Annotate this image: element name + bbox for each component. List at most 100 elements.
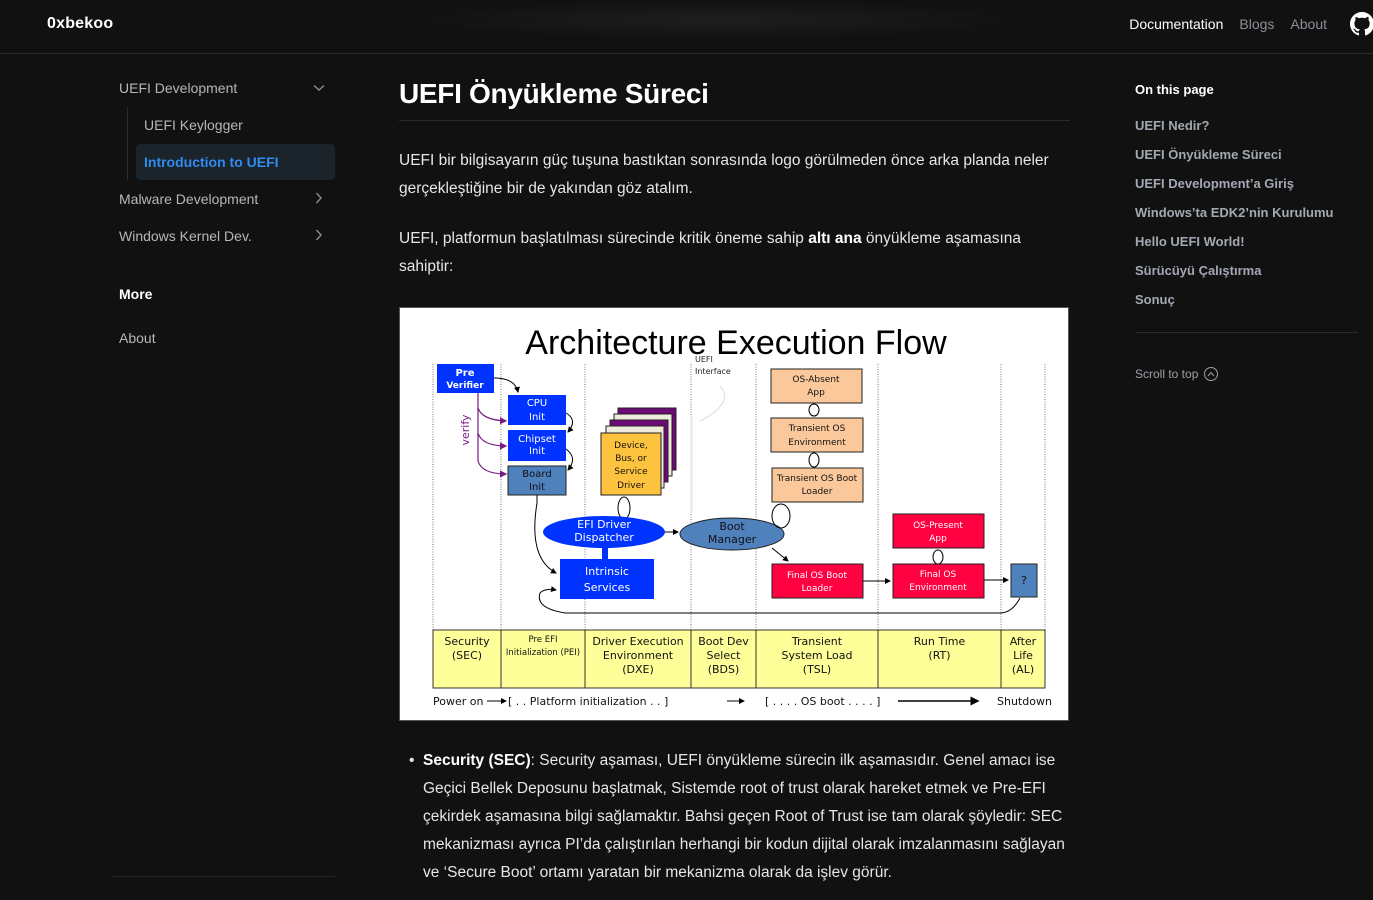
loop-arrow [808,452,820,468]
phase-label: Environment [603,649,674,662]
box-label: Init [529,412,545,423]
dispatcher-connector [602,548,608,559]
bold-text: altı ana [808,230,862,247]
phase-label: (SEC) [452,649,482,662]
phase-label: Run Time [914,635,966,648]
loop-arrow [771,503,791,529]
box-label: Init [529,446,545,457]
uefi-interface-arrow [699,385,725,422]
toc-item[interactable]: UEFI Önyükleme Süreci [1135,145,1358,174]
box-label: Bus, or [615,454,647,464]
uefi-interface-label-2: Interface [695,367,731,376]
bold-text: Security (SEC) [423,752,531,769]
phase-label: (BDS) [708,663,740,676]
phase-label: Initialization (PEI) [506,648,580,658]
sidebar-item-label: Windows Kernel Dev. [119,228,252,244]
phase-label: Pre EFI [529,635,558,645]
box-label: Final OS Boot [787,571,847,581]
box-label: Verifier [446,381,484,391]
phase-label: Life [1013,649,1033,662]
toc-item[interactable]: Hello UEFI World! [1135,232,1358,261]
text: : Security aşaması, UEFI önyükleme sürec… [423,752,1065,881]
box-label: Loader [802,584,833,594]
sidebar-item-introduction-to-uefi[interactable]: Introduction to UEFI [136,144,335,180]
footer-platform-init: [ . . Platform initialization . . ] [508,695,668,708]
toc-item[interactable]: Sürücüyü Çalıştırma [1135,261,1358,290]
scroll-to-top-button[interactable]: Scroll to top [1135,367,1358,381]
box-label: OS-Present [913,521,963,531]
site-logo[interactable]: 0xbekoo [47,15,113,33]
paragraph-intro: UEFI bir bilgisayarın güç tuşuna bastıkt… [399,152,1049,197]
box-label: Environment [788,438,846,448]
loop-arrow [932,549,944,565]
chevron-down-icon[interactable] [311,81,327,95]
scroll-to-top-label: Scroll to top [1135,367,1199,381]
toc-item[interactable]: UEFI Nedir? [1135,116,1358,145]
toc-item[interactable]: Windows’ta EDK2’nin Kurulumu [1135,203,1358,232]
main-nav: Documentation Blogs About [1129,16,1327,32]
phase-label: (AL) [1012,663,1034,676]
chevron-right-icon[interactable] [311,229,327,244]
nav-blogs[interactable]: Blogs [1239,16,1274,32]
phase-label: Select [707,649,742,662]
arrow-to-cpu [493,377,520,393]
box-label: Boot [719,520,745,533]
diagram-svg: Architecture Execution Flow UEFI Interfa… [432,324,1052,708]
arrow-cpu-chipset [565,412,574,433]
box-label: Transient OS Boot [776,474,858,484]
verify-arrow [477,393,508,425]
header-glow [390,0,1050,40]
toc-item[interactable]: Sonuç [1135,290,1358,319]
nav-about[interactable]: About [1290,16,1327,32]
box-label: Transient OS [788,424,846,434]
box-label: Driver [617,481,645,491]
box-label: Manager [708,533,757,546]
uefi-interface-label-1: UEFI [695,355,713,364]
box-label: App [929,534,947,544]
box-label: Dispatcher [574,531,634,544]
verify-label: verify [459,414,472,446]
phase-row: Security(SEC) Pre EFI Initialization (PEI)… [432,629,1046,689]
box-label: Chipset [518,434,556,445]
toc-divider [1135,332,1358,333]
sidebar-item-malware-development[interactable]: Malware Development [111,181,335,217]
box-label: Final OS [920,570,957,580]
sidebar-item-windows-kernel-dev[interactable]: Windows Kernel Dev. [111,218,335,254]
nav-documentation[interactable]: Documentation [1129,16,1223,32]
toc-list: UEFI Nedir? UEFI Önyükleme Süreci UEFI D… [1135,116,1358,319]
footer-power-on: Power on [433,695,483,708]
box-label: Pre [455,368,474,379]
toc-item[interactable]: UEFI Development’a Giriş [1135,174,1358,203]
box-label: OS-Absent [792,375,840,385]
box-label: Service [614,467,648,477]
sidebar-item-uefi-keylogger[interactable]: UEFI Keylogger [136,107,335,143]
uefi-interface-bar [690,416,693,512]
sidebar-item-label: UEFI Development [119,80,238,96]
sidebar-section-more: More [119,286,153,302]
phase-label: Security [444,635,490,648]
sidebar-subgroup-uefi: UEFI Keylogger Introduction to UEFI [127,107,335,180]
phase-label: Driver Execution [592,635,683,648]
paragraph-phases: UEFI, platformun başlatılması sürecinde … [399,225,1070,281]
box-label: Loader [802,487,833,497]
phase-label: After [1010,635,1037,648]
box-label: EFI Driver [577,518,631,531]
arrow-chipset-board [565,448,574,471]
architecture-execution-flow-diagram: Architecture Execution Flow UEFI Interfa… [399,307,1069,721]
text: UEFI, platformun başlatılması sürecinde … [399,230,809,247]
box-label: CPU [527,398,547,409]
toc-title: On this page [1135,82,1214,97]
chevron-right-icon[interactable] [311,192,327,207]
chevron-up-circle-icon [1204,367,1219,381]
phase-list: Security (SEC): Security aşaması, UEFI ö… [399,747,1070,887]
sidebar-item-about[interactable]: About [111,320,335,356]
box-label: ? [1021,574,1027,587]
box-label: Board [522,469,551,480]
list-item: Security (SEC): Security aşaması, UEFI ö… [409,747,1070,887]
phase-label: Transient [791,635,843,648]
github-icon[interactable] [1350,12,1373,36]
sidebar-item-label: UEFI Keylogger [144,117,243,133]
box-label: App [807,388,825,398]
sidebar-item-uefi-development[interactable]: UEFI Development [111,70,335,106]
sidebar-footer-divider [111,876,335,877]
